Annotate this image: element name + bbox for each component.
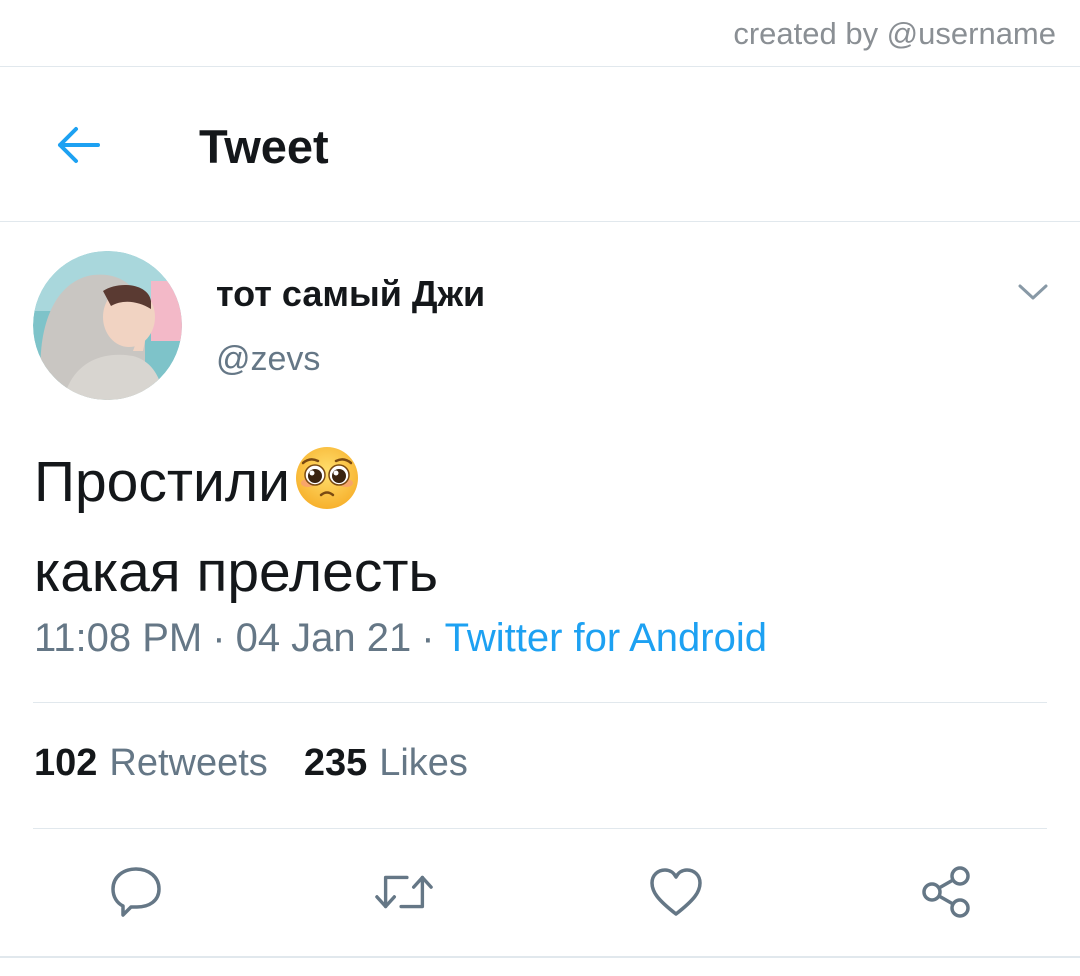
chevron-down-icon [1018,284,1048,300]
retweet-icon [375,875,433,909]
divider [33,828,1047,829]
retweets-count: 102 [34,742,98,784]
author-display-name[interactable]: тот самый Джи [216,273,485,315]
avatar[interactable] [33,251,182,400]
author-handle[interactable]: @zevs [216,340,320,379]
bottom-divider [0,956,1080,958]
tweet-options-button[interactable] [1010,272,1056,312]
retweets-label: Retweets [109,742,268,784]
reply-button[interactable] [106,862,166,922]
watermark-bar: created by @username [0,0,1080,67]
reply-icon [111,867,161,917]
tweet-text-line-1-text: Простили [34,450,290,514]
back-button[interactable] [46,117,110,173]
like-button[interactable] [646,862,706,922]
page-title: Tweet [199,120,329,173]
tweet-time: 11:08 PM [34,616,203,660]
likes-label: Likes [379,742,468,784]
heart-icon [650,868,702,916]
meta-separator: · [212,616,226,660]
tweet-text-line-2: какая прелесть [34,540,439,604]
meta-separator: · [421,616,435,660]
likes-count: 235 [303,742,368,784]
tweet-text-line-1: Простили [34,442,1034,532]
tweet-source-link[interactable]: Twitter for Android [445,616,767,660]
tweet-text: Простили какая прелесть [34,442,1034,612]
tweet-date: 04 Jan 21 [235,616,412,660]
share-button[interactable] [916,862,976,922]
retweet-button[interactable] [374,862,434,922]
arrow-left-icon [58,127,100,163]
pleading-face-emoji-icon [294,445,360,532]
tweet-stats: 102 Retweets 235 Likes [34,742,504,785]
watermark-text: created by @username [733,16,1056,51]
app-header: Tweet [0,67,1080,222]
divider [33,702,1047,703]
share-icon [922,866,970,918]
likes-stat[interactable]: 235 Likes [304,742,468,785]
tweet-meta: 11:08 PM · 04 Jan 21 · Twitter for Android [34,616,767,661]
retweets-stat[interactable]: 102 Retweets [34,742,268,785]
